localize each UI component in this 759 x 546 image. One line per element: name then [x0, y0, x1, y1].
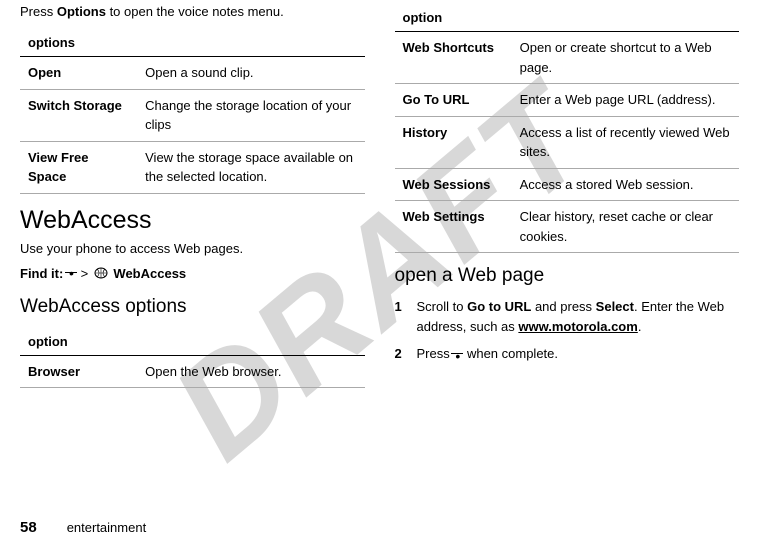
table-row: History Access a list of recently viewed…: [395, 116, 740, 168]
left-column: Press Options to open the voice notes me…: [20, 4, 365, 400]
option-key: View Free Space: [20, 141, 137, 193]
open-web-page-heading: open a Web page: [395, 265, 740, 287]
step-2: 2 Press when complete.: [395, 344, 740, 364]
page-number: 58: [20, 519, 37, 536]
table-row: Browser Open the Web browser.: [20, 355, 365, 388]
option-val: View the storage space available on the …: [137, 141, 364, 193]
table-row: Web Sessions Access a stored Web session…: [395, 168, 740, 201]
table-row: Web Settings Clear history, reset cache …: [395, 201, 740, 253]
options-table: options Open Open a sound clip. Switch S…: [20, 29, 365, 194]
options-table-header: options: [20, 29, 365, 57]
intro-line: Press Options to open the voice notes me…: [20, 4, 365, 19]
nav-key-icon: [453, 350, 463, 360]
option-val: Access a list of recently viewed Web sit…: [512, 116, 739, 168]
step-1: 1 Scroll to Go to URL and press Select. …: [395, 297, 740, 336]
option-val: Open the Web browser.: [137, 355, 364, 388]
page-footer: 58 entertainment: [20, 519, 146, 536]
option-val: Open a sound clip.: [137, 57, 364, 90]
s1-b2: Select: [596, 299, 634, 314]
footer-section: entertainment: [67, 520, 147, 535]
s1-url: www.motorola.com: [518, 319, 637, 334]
s2-pre: Press: [417, 346, 454, 361]
table-row: Switch Storage Change the storage locati…: [20, 89, 365, 141]
find-it-line: Find it: > WebAccess: [20, 266, 365, 282]
s1-pre: Scroll to: [417, 299, 468, 314]
webaccess-heading: WebAccess: [20, 206, 365, 235]
findit-label: Find it:: [20, 266, 63, 281]
findit-gt: >: [81, 266, 89, 281]
step-text: Press when complete.: [417, 344, 740, 364]
option-table-right-header: option: [395, 4, 740, 32]
step-text: Scroll to Go to URL and press Select. En…: [417, 297, 740, 336]
globe-icon: [94, 267, 108, 282]
nav-key-icon: [67, 269, 77, 279]
table-row: Go To URL Enter a Web page URL (address)…: [395, 84, 740, 117]
webaccess-sub: Use your phone to access Web pages.: [20, 241, 365, 256]
option-key: Open: [20, 57, 137, 90]
table-row: Web Shortcuts Open or create shortcut to…: [395, 32, 740, 84]
s1-b1: Go to URL: [467, 299, 531, 314]
webaccess-options-heading: WebAccess options: [20, 296, 365, 318]
table-row: Open Open a sound clip.: [20, 57, 365, 90]
intro-post: to open the voice notes menu.: [106, 4, 284, 19]
s1-post2: .: [638, 319, 642, 334]
s1-mid: and press: [531, 299, 595, 314]
option-key: Web Settings: [395, 201, 512, 253]
option-val: Clear history, reset cache or clear cook…: [512, 201, 739, 253]
option-key: History: [395, 116, 512, 168]
option-table-2-header: option: [20, 328, 365, 356]
option-key: Web Shortcuts: [395, 32, 512, 84]
option-table-right: option Web Shortcuts Open or create shor…: [395, 4, 740, 253]
option-val: Open or create shortcut to a Web page.: [512, 32, 739, 84]
step-number: 2: [395, 344, 417, 364]
intro-pre: Press: [20, 4, 57, 19]
option-val: Change the storage location of your clip…: [137, 89, 364, 141]
page-content: Press Options to open the voice notes me…: [0, 0, 759, 410]
option-val: Access a stored Web session.: [512, 168, 739, 201]
steps-list: 1 Scroll to Go to URL and press Select. …: [395, 297, 740, 364]
option-key: Browser: [20, 355, 137, 388]
option-key: Switch Storage: [20, 89, 137, 141]
option-val: Enter a Web page URL (address).: [512, 84, 739, 117]
findit-target: WebAccess: [113, 266, 186, 281]
s2-post: when complete.: [463, 346, 558, 361]
option-table-2: option Browser Open the Web browser.: [20, 328, 365, 389]
table-row: View Free Space View the storage space a…: [20, 141, 365, 193]
option-key: Web Sessions: [395, 168, 512, 201]
right-column: option Web Shortcuts Open or create shor…: [395, 4, 740, 400]
option-key: Go To URL: [395, 84, 512, 117]
step-number: 1: [395, 297, 417, 336]
intro-bold: Options: [57, 4, 106, 19]
